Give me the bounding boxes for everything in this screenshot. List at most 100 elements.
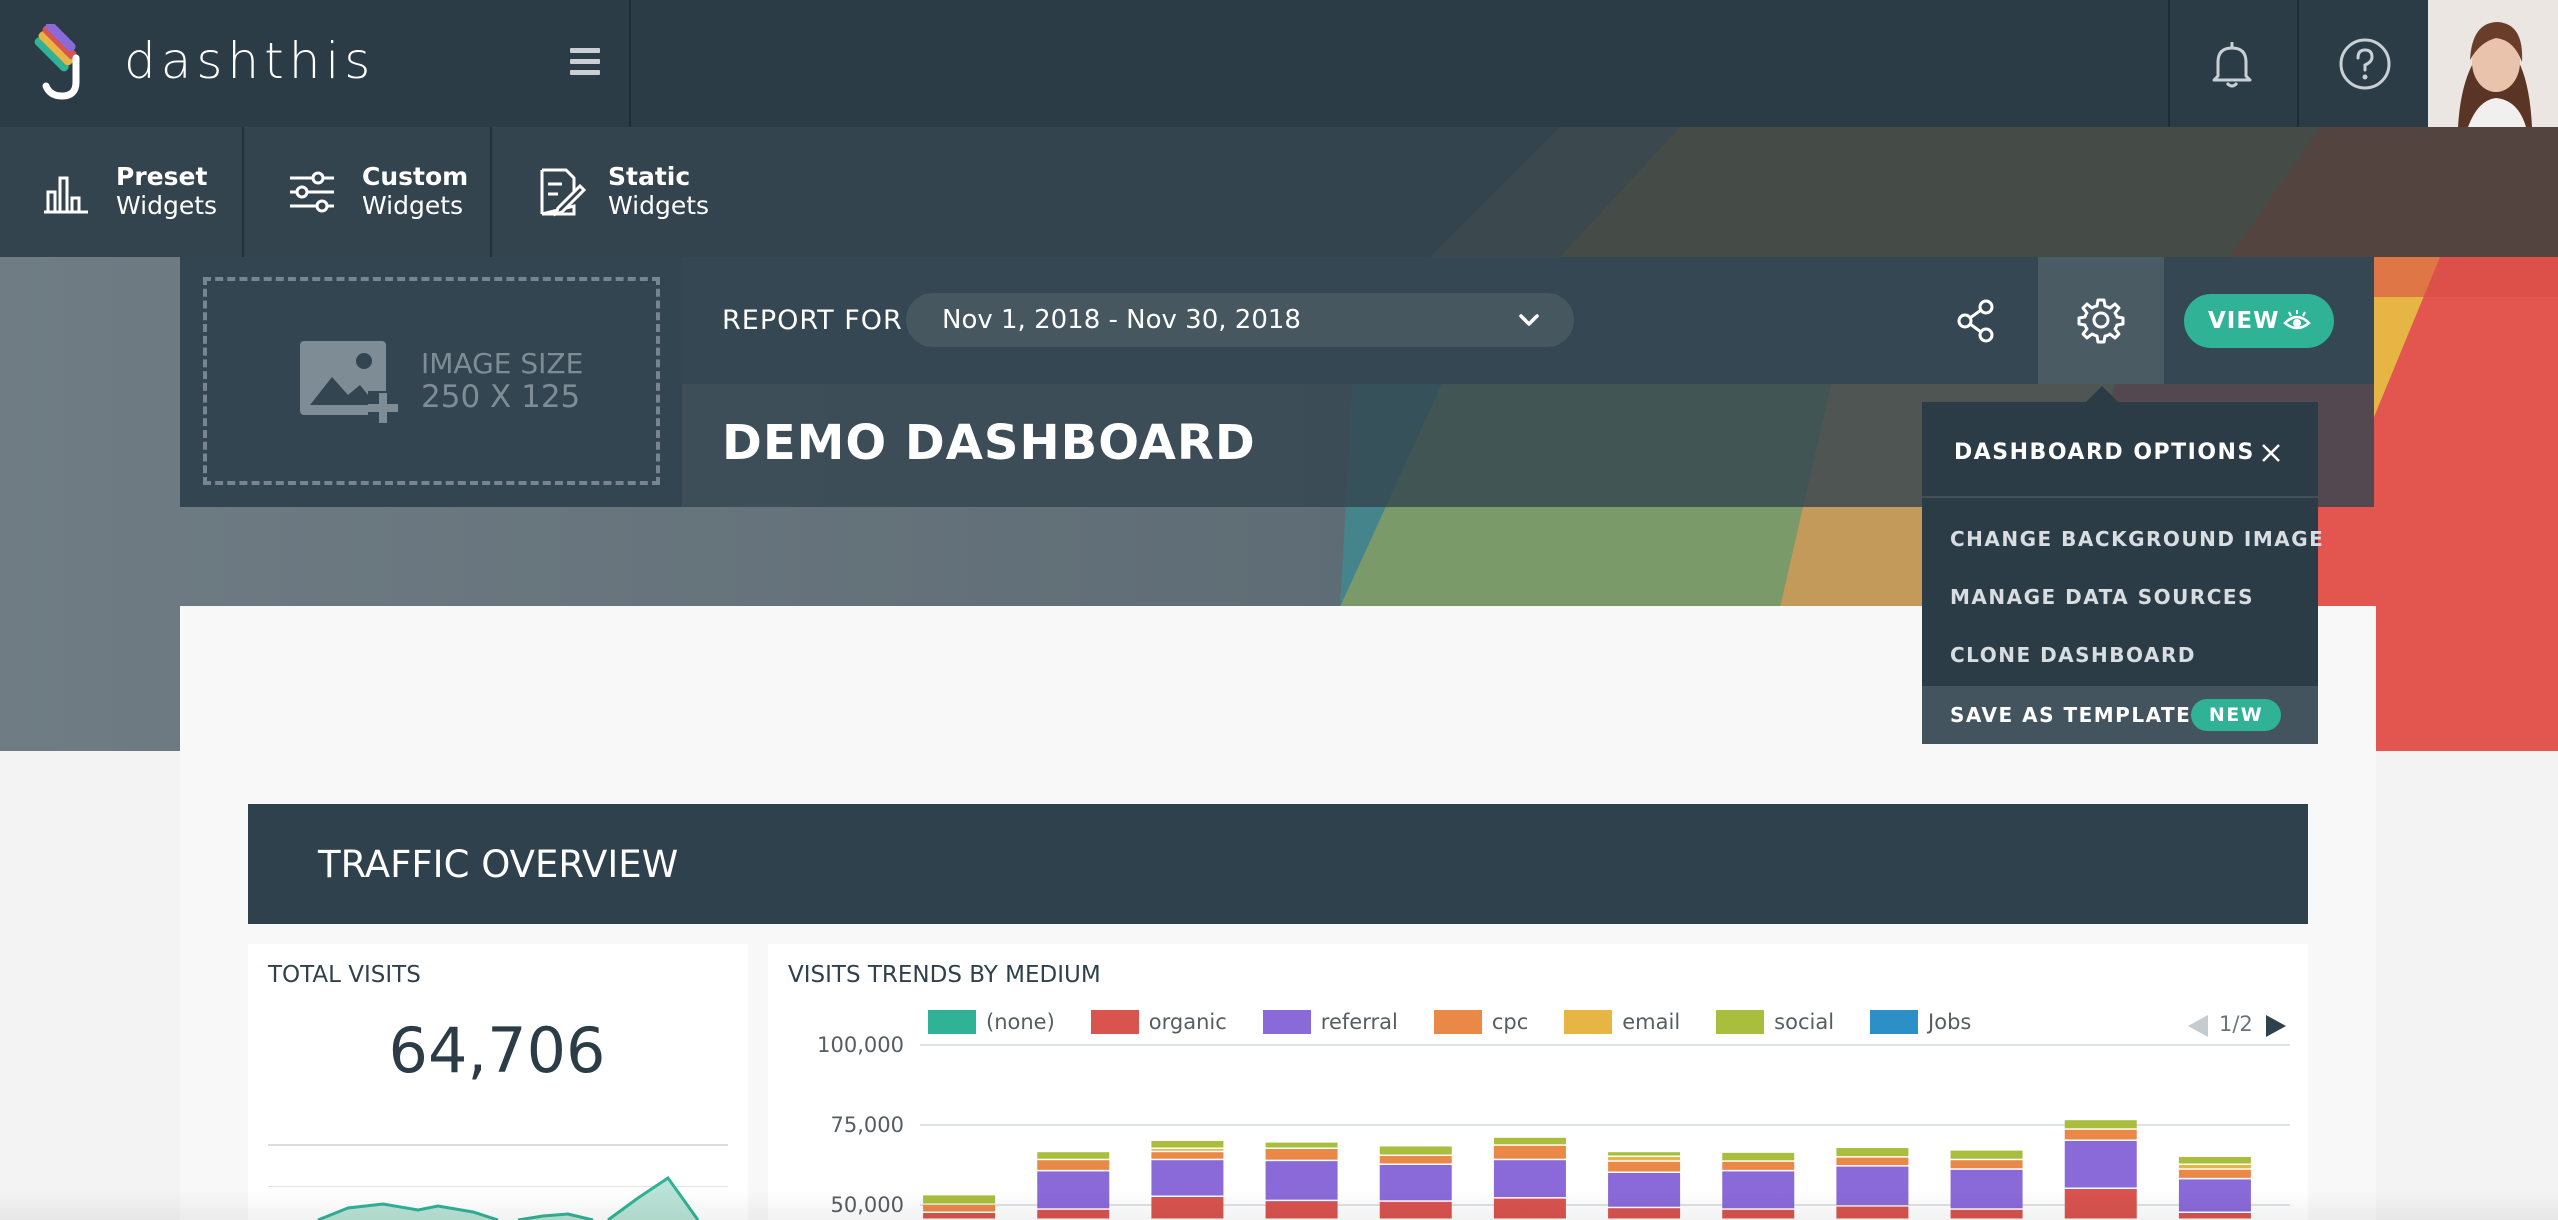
bar-segment-organic[interactable] <box>1722 1209 1795 1219</box>
bar-segment-social[interactable] <box>923 1195 996 1204</box>
close-icon[interactable] <box>2259 441 2283 465</box>
bar-segment-social[interactable] <box>1836 1148 1909 1157</box>
menu-icon[interactable] <box>565 44 605 80</box>
tab-label-secondary: Widgets <box>362 191 464 220</box>
bar-segment-organic[interactable] <box>1493 1198 1566 1219</box>
bar-segment-organic[interactable] <box>1836 1206 1909 1219</box>
change-background-image-item[interactable]: CHANGE BACKGROUND IMAGE <box>1950 527 2324 551</box>
bar-segment-cpc[interactable] <box>1836 1157 1909 1166</box>
bar-segment-organic[interactable] <box>1151 1197 1224 1219</box>
bar-segment-referral[interactable] <box>1836 1166 1909 1206</box>
divider <box>242 127 244 257</box>
user-avatar[interactable] <box>2428 0 2558 127</box>
bar-segment-referral[interactable] <box>1722 1171 1795 1209</box>
bar-segment-cpc[interactable] <box>923 1205 996 1212</box>
total-visits-sparkline <box>317 1175 700 1220</box>
manage-data-sources-item[interactable]: MANAGE DATA SOURCES <box>1950 585 2254 609</box>
bar-segment-email[interactable] <box>2178 1165 2251 1169</box>
bar-segment-organic[interactable] <box>1950 1209 2023 1219</box>
bar-segment-cpc[interactable] <box>1037 1160 1110 1170</box>
y-tick-label: 50,000 <box>830 1193 904 1217</box>
total-visits-value: 64,706 <box>388 1014 606 1087</box>
bar-segment-organic[interactable] <box>2178 1213 2251 1219</box>
bar-segment-cpc[interactable] <box>1950 1160 2023 1169</box>
bar-segment-cpc[interactable] <box>1151 1152 1224 1159</box>
y-tick-label: 75,000 <box>830 1113 904 1137</box>
bar-segment-referral[interactable] <box>2064 1141 2137 1188</box>
bar-segment-social[interactable] <box>1265 1142 1338 1148</box>
help-icon[interactable] <box>2335 34 2395 94</box>
bar-segment-cpc[interactable] <box>1608 1161 1681 1172</box>
bar-segment-organic[interactable] <box>1379 1201 1452 1219</box>
bar-segment-referral[interactable] <box>1493 1160 1566 1198</box>
bar-segment-social[interactable] <box>1037 1152 1110 1159</box>
bar-segment-referral[interactable] <box>1265 1161 1338 1200</box>
dropdown-caret <box>2086 386 2118 402</box>
report-for-label: REPORT FOR <box>722 305 903 336</box>
dashthis-logo-icon[interactable] <box>24 24 94 100</box>
bar-segment-referral[interactable] <box>2178 1179 2251 1212</box>
widget-title: VISITS TRENDS BY MEDIUM <box>788 962 1101 988</box>
date-range-value: Nov 1, 2018 - Nov 30, 2018 <box>942 305 1301 335</box>
bar-segment-organic[interactable] <box>2064 1189 2137 1219</box>
bar-segment-social[interactable] <box>1608 1152 1681 1156</box>
section-title[interactable]: TRAFFIC OVERVIEW <box>318 843 678 886</box>
tab-label-secondary: Widgets <box>608 191 710 220</box>
dashboard-title[interactable]: DEMO DASHBOARD <box>722 415 1256 471</box>
bar-segment-cpc[interactable] <box>1493 1145 1566 1159</box>
divider <box>2297 0 2299 127</box>
bar-segment-referral[interactable] <box>1379 1165 1452 1201</box>
clone-dashboard-item[interactable]: CLONE DASHBOARD <box>1950 643 2196 667</box>
bar-segment-email[interactable] <box>1608 1157 1681 1161</box>
divider <box>2168 0 2170 127</box>
y-tick-label: 100,000 <box>817 1033 904 1057</box>
bar-segment-cpc[interactable] <box>2064 1129 2137 1140</box>
date-range-picker[interactable]: Nov 1, 2018 - Nov 30, 2018 <box>906 293 1574 347</box>
bar-segment-cpc[interactable] <box>1722 1161 1795 1170</box>
divider <box>268 1144 728 1146</box>
custom-widgets-tab[interactable]: Custom Widgets <box>282 127 468 257</box>
bar-segment-social[interactable] <box>2178 1157 2251 1164</box>
edit-note-icon <box>540 168 587 217</box>
tab-label-secondary: Widgets <box>116 191 218 220</box>
bar-segment-organic[interactable] <box>1037 1209 1110 1219</box>
bar-segment-social[interactable] <box>1493 1137 1566 1145</box>
bar-segment-email[interactable] <box>1151 1149 1224 1151</box>
stacked-bar-chart <box>920 1044 2290 1219</box>
bar-segment-cpc[interactable] <box>2178 1169 2251 1178</box>
preset-widgets-tab[interactable]: Preset Widgets <box>36 127 217 257</box>
bar-segment-social[interactable] <box>1379 1146 1452 1155</box>
dashboard-options-title: DASHBOARD OPTIONS <box>1954 440 2255 465</box>
bar-segment-referral[interactable] <box>1037 1171 1110 1209</box>
tab-label-primary: Custom <box>362 162 469 191</box>
bar-segment-cpc[interactable] <box>1379 1156 1452 1164</box>
bar-segment-social[interactable] <box>1950 1150 2023 1159</box>
notifications-bell-icon[interactable] <box>2202 36 2262 92</box>
logo-upload-area[interactable]: IMAGE SIZE 250 X 125 <box>180 257 682 507</box>
widget-title: TOTAL VISITS <box>268 962 421 988</box>
bar-segment-organic[interactable] <box>1265 1201 1338 1219</box>
bar-chart-icon <box>44 176 88 214</box>
chevron-down-icon[interactable] <box>1512 303 1546 337</box>
bar-segment-social[interactable] <box>2064 1120 2137 1129</box>
sliders-icon <box>290 171 334 213</box>
divider <box>629 0 631 127</box>
brand-name[interactable]: dashthis <box>124 32 375 90</box>
bar-segment-organic[interactable] <box>1608 1208 1681 1219</box>
bar-segment-referral[interactable] <box>1151 1160 1224 1196</box>
add-image-icon <box>300 341 398 423</box>
static-widgets-tab[interactable]: Static Widgets <box>528 127 709 257</box>
bar-segment-social[interactable] <box>1722 1152 1795 1161</box>
bar-segment-social[interactable] <box>1151 1141 1224 1148</box>
bar-segment-organic[interactable] <box>923 1213 996 1219</box>
view-button-label: VIEW <box>2208 308 2280 334</box>
new-badge: NEW <box>2191 699 2281 731</box>
bar-segment-referral[interactable] <box>1608 1173 1681 1207</box>
bar-segment-cpc[interactable] <box>1265 1149 1338 1160</box>
save-as-template-label[interactable]: SAVE AS TEMPLATE <box>1950 703 2191 727</box>
divider <box>490 127 492 257</box>
bar-segment-referral[interactable] <box>1950 1169 2023 1209</box>
share-icon[interactable] <box>1955 298 1997 344</box>
tab-label-primary: Static <box>608 162 691 191</box>
gear-icon[interactable] <box>2077 296 2125 344</box>
